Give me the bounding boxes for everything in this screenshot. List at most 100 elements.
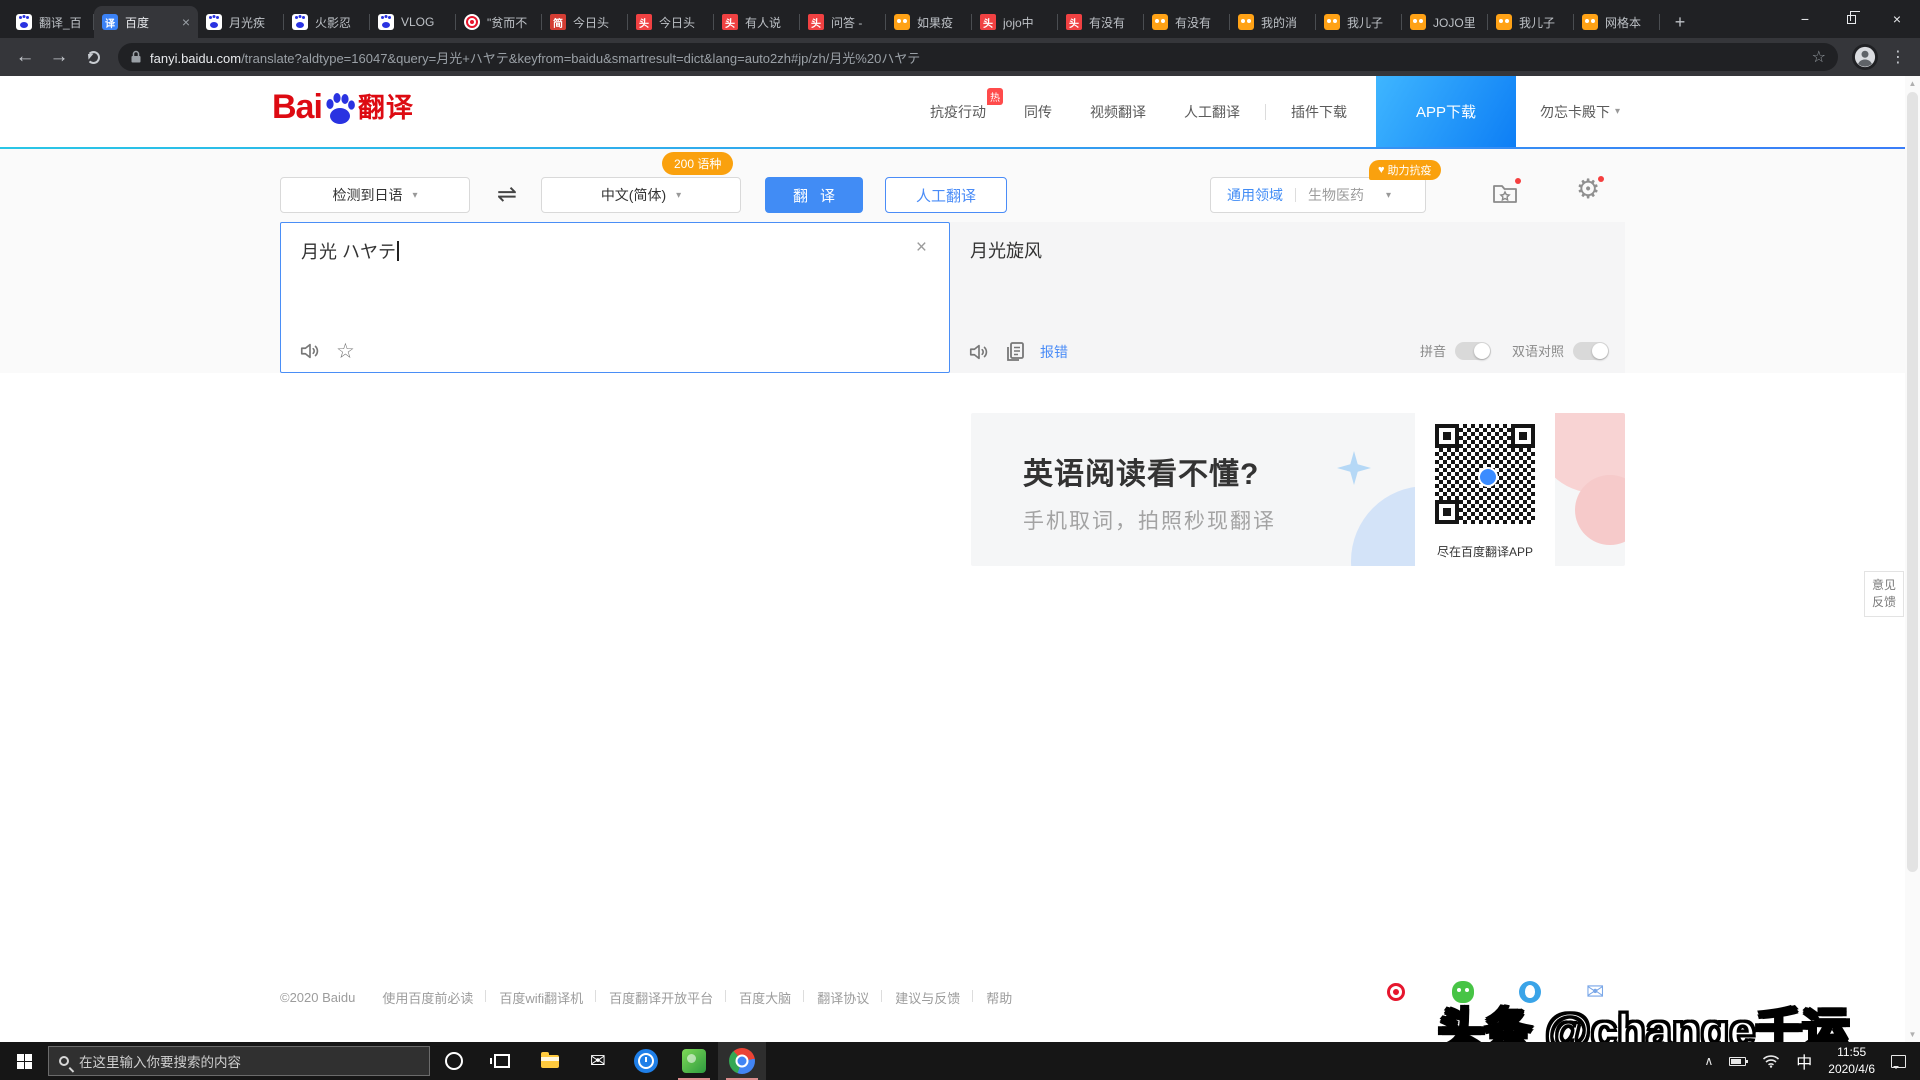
browser-tab[interactable]: "贫而不 [456,6,542,38]
nav-item-video-translate[interactable]: 视频翻译 [1090,102,1146,122]
browser-tab[interactable]: 如果疫 [886,6,972,38]
task-view-button[interactable] [478,1042,526,1080]
copy-icon[interactable] [1005,341,1025,363]
report-error-link[interactable]: 报错 [1040,342,1068,362]
reload-button[interactable] [78,42,108,72]
window-close-button[interactable]: × [1874,0,1920,38]
scroll-up-icon[interactable]: ▲ [1905,79,1920,88]
app-download-button[interactable]: APP下载 [1376,76,1516,147]
speaker-icon[interactable] [299,340,321,362]
nav-item-plugin-download[interactable]: 插件下载 [1291,102,1347,122]
domain-select[interactable]: 通用领域 生物医药 ▾ [1210,177,1426,213]
tab-close-icon[interactable]: × [182,15,190,29]
human-translate-button[interactable]: 人工翻译 [885,177,1007,213]
browser-tab[interactable]: VLOG [370,6,456,38]
browser-tab[interactable]: 头 有没有 [1058,6,1144,38]
new-tab-button[interactable]: + [1666,8,1694,36]
browser-tab[interactable]: 简 今日头 [542,6,628,38]
browser-menu-button[interactable]: ⋮ [1886,47,1910,67]
nav-item-human-translate[interactable]: 人工翻译 [1184,102,1240,122]
address-bar[interactable]: fanyi.baidu.com/translate?aldtype=16047&… [118,43,1838,71]
browser-tab[interactable]: 头 jojo中 [972,6,1058,38]
browser-tab[interactable]: 头 问答 - [800,6,886,38]
window-restore-button[interactable] [1828,0,1874,38]
window-minimize-button[interactable]: − [1782,0,1828,38]
browser-tab[interactable]: 翻译_百 [8,6,94,38]
target-language-select[interactable]: 中文(简体) ▾ [541,177,741,213]
feedback-tab[interactable]: 意见反馈 [1864,571,1904,617]
baidu-fanyi-logo[interactable]: Bai 翻译 [272,90,414,124]
badge-label: 助力抗疫 [1388,162,1432,178]
pinyin-toggle[interactable] [1455,342,1491,360]
gear-icon: ⚙ [1576,174,1600,204]
browser-tab[interactable]: 头 今日头 [628,6,714,38]
app-promo-banner[interactable]: 英语阅读看不懂? 手机取词，拍照秒现翻译 尽在百度翻译APP [971,413,1625,566]
bilingual-toggle[interactable] [1573,342,1609,360]
scrollbar-thumb[interactable] [1907,92,1918,872]
clock-time: 11:55 [1828,1044,1875,1061]
speaker-icon[interactable] [968,341,990,363]
toutiao-icon: 头 [722,14,738,30]
footer-link-wifi-translator[interactable]: 百度wifi翻译机 [486,988,596,1007]
footer-link-must-read[interactable]: 使用百度前必读 [369,988,486,1007]
tray-expand-icon[interactable]: ∧ [1704,1054,1713,1068]
footer-link-suggestions[interactable]: 建议与反馈 [882,988,973,1007]
footer-link-open-platform[interactable]: 百度翻译开放平台 [596,988,726,1007]
qr-finder-mark [1435,424,1459,448]
clock-app-button[interactable] [622,1042,670,1080]
page-scrollbar[interactable]: ▲ ▼ [1905,76,1920,1042]
browser-tab[interactable]: 头 有人说 [714,6,800,38]
chrome-app-button[interactable] [718,1042,766,1080]
qr-finder-mark [1511,424,1535,448]
forward-button[interactable]: → [44,42,74,72]
translate-button[interactable]: 翻译 [765,177,863,213]
settings-button[interactable]: ⚙ [1576,174,1600,205]
start-button[interactable] [0,1042,48,1080]
bookmark-star-icon[interactable]: ☆ [1812,47,1826,67]
browser-tab[interactable]: 我的消 [1230,6,1316,38]
mail-app-button[interactable]: ✉ [574,1042,622,1080]
favorites-folder-button[interactable] [1492,181,1518,210]
header-nav: 抗疫行动热 同传 视频翻译 人工翻译 插件下载 APP下载 勿忘卡殿下 ▾ [911,76,1620,147]
text-cursor [397,241,399,261]
source-text-panel[interactable]: 月光 ハヤテ × ☆ [280,222,950,373]
cortana-button[interactable] [430,1042,478,1080]
file-explorer-button[interactable] [526,1042,574,1080]
browser-tab[interactable]: 我儿子 [1488,6,1574,38]
weibo-icon[interactable] [1385,981,1407,1003]
battery-icon[interactable] [1729,1057,1746,1066]
browser-tab[interactable]: JOJO里 [1402,6,1488,38]
green-app-button[interactable] [670,1042,718,1080]
qr-finder-mark [1435,500,1459,524]
hot-badge: 热 [987,88,1003,105]
browser-tab[interactable]: 月光疾 [198,6,284,38]
action-center-icon[interactable] [1891,1055,1906,1068]
ime-indicator[interactable]: 中 [1796,1049,1812,1073]
nav-item-anti-epidemic[interactable]: 抗疫行动热 [930,102,986,122]
footer-link-help[interactable]: 帮助 [973,988,1025,1007]
source-text[interactable]: 月光 ハヤテ [301,238,399,264]
browser-tab[interactable]: 有没有 [1144,6,1230,38]
heart-icon: ♥ [1378,164,1385,176]
taskbar-search[interactable]: 在这里输入你要搜索的内容 [48,1046,430,1076]
favorite-star-icon[interactable]: ☆ [336,341,355,362]
back-button[interactable]: ← [10,42,40,72]
swap-languages-button[interactable]: ⇌ [497,180,517,209]
browser-tab[interactable]: 网格本 [1574,6,1660,38]
domain-general-label: 通用领域 [1227,185,1283,205]
user-menu[interactable]: 勿忘卡殿下 ▾ [1540,102,1620,122]
taskbar-clock[interactable]: 11:55 2020/4/6 [1828,1044,1875,1078]
browser-tab[interactable]: 火影忍 [284,6,370,38]
browser-tab-active[interactable]: 译 百度 × [94,6,198,38]
source-language-select[interactable]: 检测到日语 ▾ [280,177,470,213]
tab-title: 月光疾 [229,14,276,31]
profile-avatar[interactable] [1852,44,1878,70]
wifi-icon[interactable] [1762,1054,1780,1068]
footer-link-agreement[interactable]: 翻译协议 [804,988,882,1007]
browser-tab[interactable]: 我儿子 [1316,6,1402,38]
baidu-translate-icon: 译 [102,14,118,30]
scroll-down-icon[interactable]: ▼ [1905,1030,1920,1039]
nav-item-simul-interpret[interactable]: 同传 [1024,102,1052,122]
clear-input-button[interactable]: × [916,237,927,259]
footer-link-baidu-brain[interactable]: 百度大脑 [726,988,804,1007]
